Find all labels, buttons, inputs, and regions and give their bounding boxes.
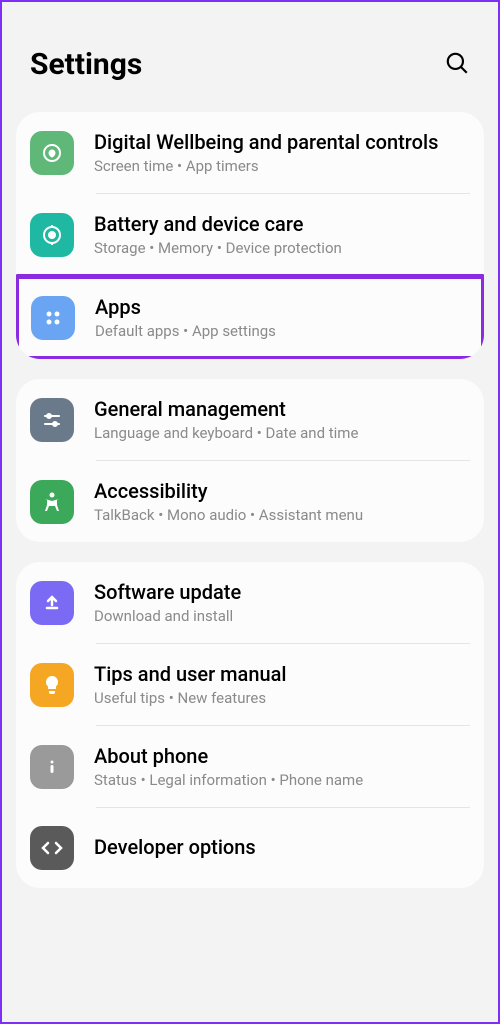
code-icon bbox=[30, 826, 74, 870]
item-sub: Status • Legal information • Phone name bbox=[94, 771, 470, 789]
item-title: Software update bbox=[94, 580, 470, 605]
item-title: Digital Wellbeing and parental controls bbox=[94, 130, 470, 155]
item-about-phone[interactable]: About phone Status • Legal information •… bbox=[16, 726, 484, 807]
settings-group: General management Language and keyboard… bbox=[16, 379, 484, 542]
battery-icon bbox=[30, 213, 74, 257]
item-title: Developer options bbox=[94, 835, 470, 860]
apps-icon bbox=[31, 296, 75, 340]
item-software-update[interactable]: Software update Download and install bbox=[16, 562, 484, 643]
settings-sliders-icon bbox=[30, 398, 74, 442]
item-title: Accessibility bbox=[94, 479, 470, 504]
item-accessibility[interactable]: Accessibility TalkBack • Mono audio • As… bbox=[16, 461, 484, 542]
item-general-management[interactable]: General management Language and keyboard… bbox=[16, 379, 484, 460]
item-sub: TalkBack • Mono audio • Assistant menu bbox=[94, 506, 470, 524]
header: Settings bbox=[2, 2, 498, 112]
item-title: About phone bbox=[94, 744, 470, 769]
item-sub: Download and install bbox=[94, 607, 470, 625]
info-icon bbox=[30, 745, 74, 789]
update-icon bbox=[30, 581, 74, 625]
accessibility-icon bbox=[30, 480, 74, 524]
item-sub: Storage • Memory • Device protection bbox=[94, 239, 470, 257]
item-sub: Language and keyboard • Date and time bbox=[94, 424, 470, 442]
item-battery-device-care[interactable]: Battery and device care Storage • Memory… bbox=[16, 194, 484, 275]
lightbulb-icon bbox=[30, 663, 74, 707]
page-title: Settings bbox=[30, 47, 142, 82]
item-title: Apps bbox=[95, 295, 469, 320]
wellbeing-icon bbox=[30, 131, 74, 175]
search-icon bbox=[444, 50, 470, 76]
item-title: Tips and user manual bbox=[94, 662, 470, 687]
item-sub: Useful tips • New features bbox=[94, 689, 470, 707]
settings-group: Digital Wellbeing and parental controls … bbox=[16, 112, 484, 359]
item-tips[interactable]: Tips and user manual Useful tips • New f… bbox=[16, 644, 484, 725]
item-apps[interactable]: Apps Default apps • App settings bbox=[16, 274, 484, 359]
item-sub: Screen time • App timers bbox=[94, 157, 470, 175]
search-button[interactable] bbox=[444, 50, 470, 80]
item-title: General management bbox=[94, 397, 470, 422]
settings-group: Software update Download and install Tip… bbox=[16, 562, 484, 888]
item-title: Battery and device care bbox=[94, 212, 470, 237]
item-developer-options[interactable]: Developer options bbox=[16, 808, 484, 888]
item-sub: Default apps • App settings bbox=[95, 322, 469, 340]
item-digital-wellbeing[interactable]: Digital Wellbeing and parental controls … bbox=[16, 112, 484, 193]
